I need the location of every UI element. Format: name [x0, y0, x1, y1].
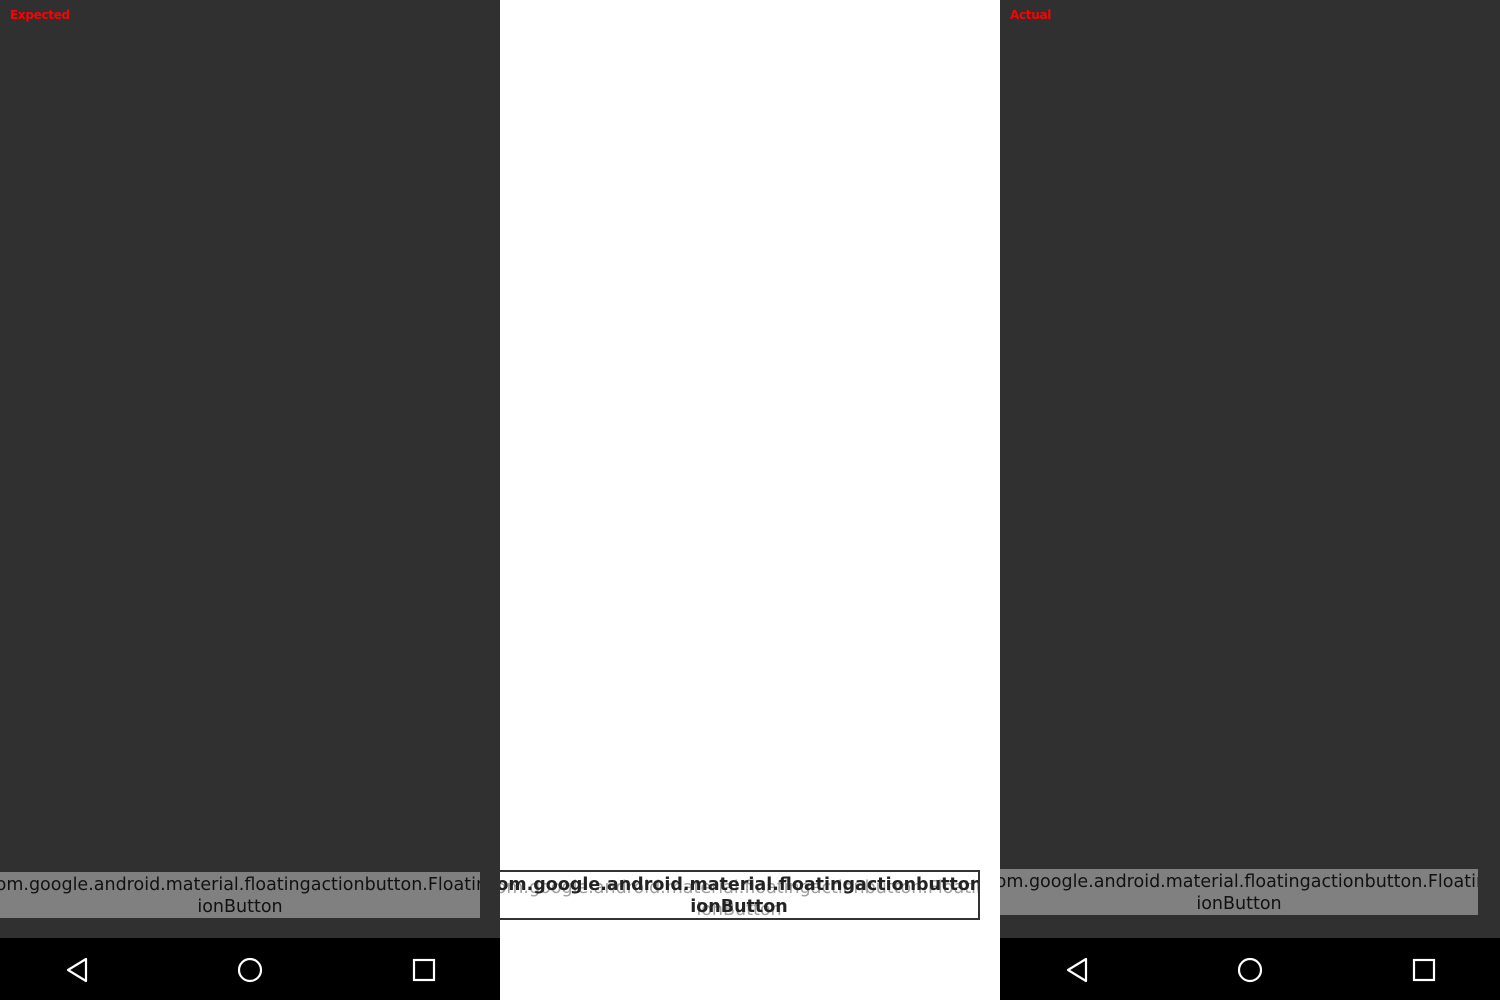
expected-toast: com.google.android.material.floatingacti… [0, 872, 480, 918]
toast-line-2: ionButton [197, 897, 283, 917]
toast-line-1: com.google.android.material.floatingacti… [0, 875, 480, 895]
diff-line-1: com.google.android.material.floatingacti… [500, 875, 980, 895]
home-icon[interactable] [235, 955, 265, 985]
expected-label: Expected [10, 8, 70, 22]
comparison-stage: Expected com.google.android.material.flo… [0, 0, 1500, 1000]
back-icon[interactable] [1062, 955, 1092, 985]
actual-panel: Actual com.google.android.material.float… [1000, 0, 1500, 1000]
actual-navbar [1000, 938, 1500, 1000]
recent-apps-icon[interactable] [1409, 955, 1439, 985]
diff-toast-box: com.google.android.material.floatingacti… [500, 870, 980, 920]
diff-layer-expected: com.google.android.material.floatingacti… [500, 874, 978, 918]
back-icon[interactable] [62, 955, 92, 985]
expected-panel: Expected com.google.android.material.flo… [0, 0, 500, 1000]
actual-label: Actual [1010, 8, 1052, 22]
recent-apps-icon[interactable] [409, 955, 439, 985]
toast-line-2: ionButton [1196, 894, 1282, 914]
diff-line-2: ionButton [690, 897, 788, 917]
toast-line-1: com.google.android.material.floatingacti… [1000, 872, 1478, 892]
diff-panel: com.google.android.material.floatingacti… [500, 0, 1000, 1000]
home-icon[interactable] [1235, 955, 1265, 985]
actual-toast: com.google.android.material.floatingacti… [1000, 869, 1478, 915]
expected-navbar [0, 938, 500, 1000]
